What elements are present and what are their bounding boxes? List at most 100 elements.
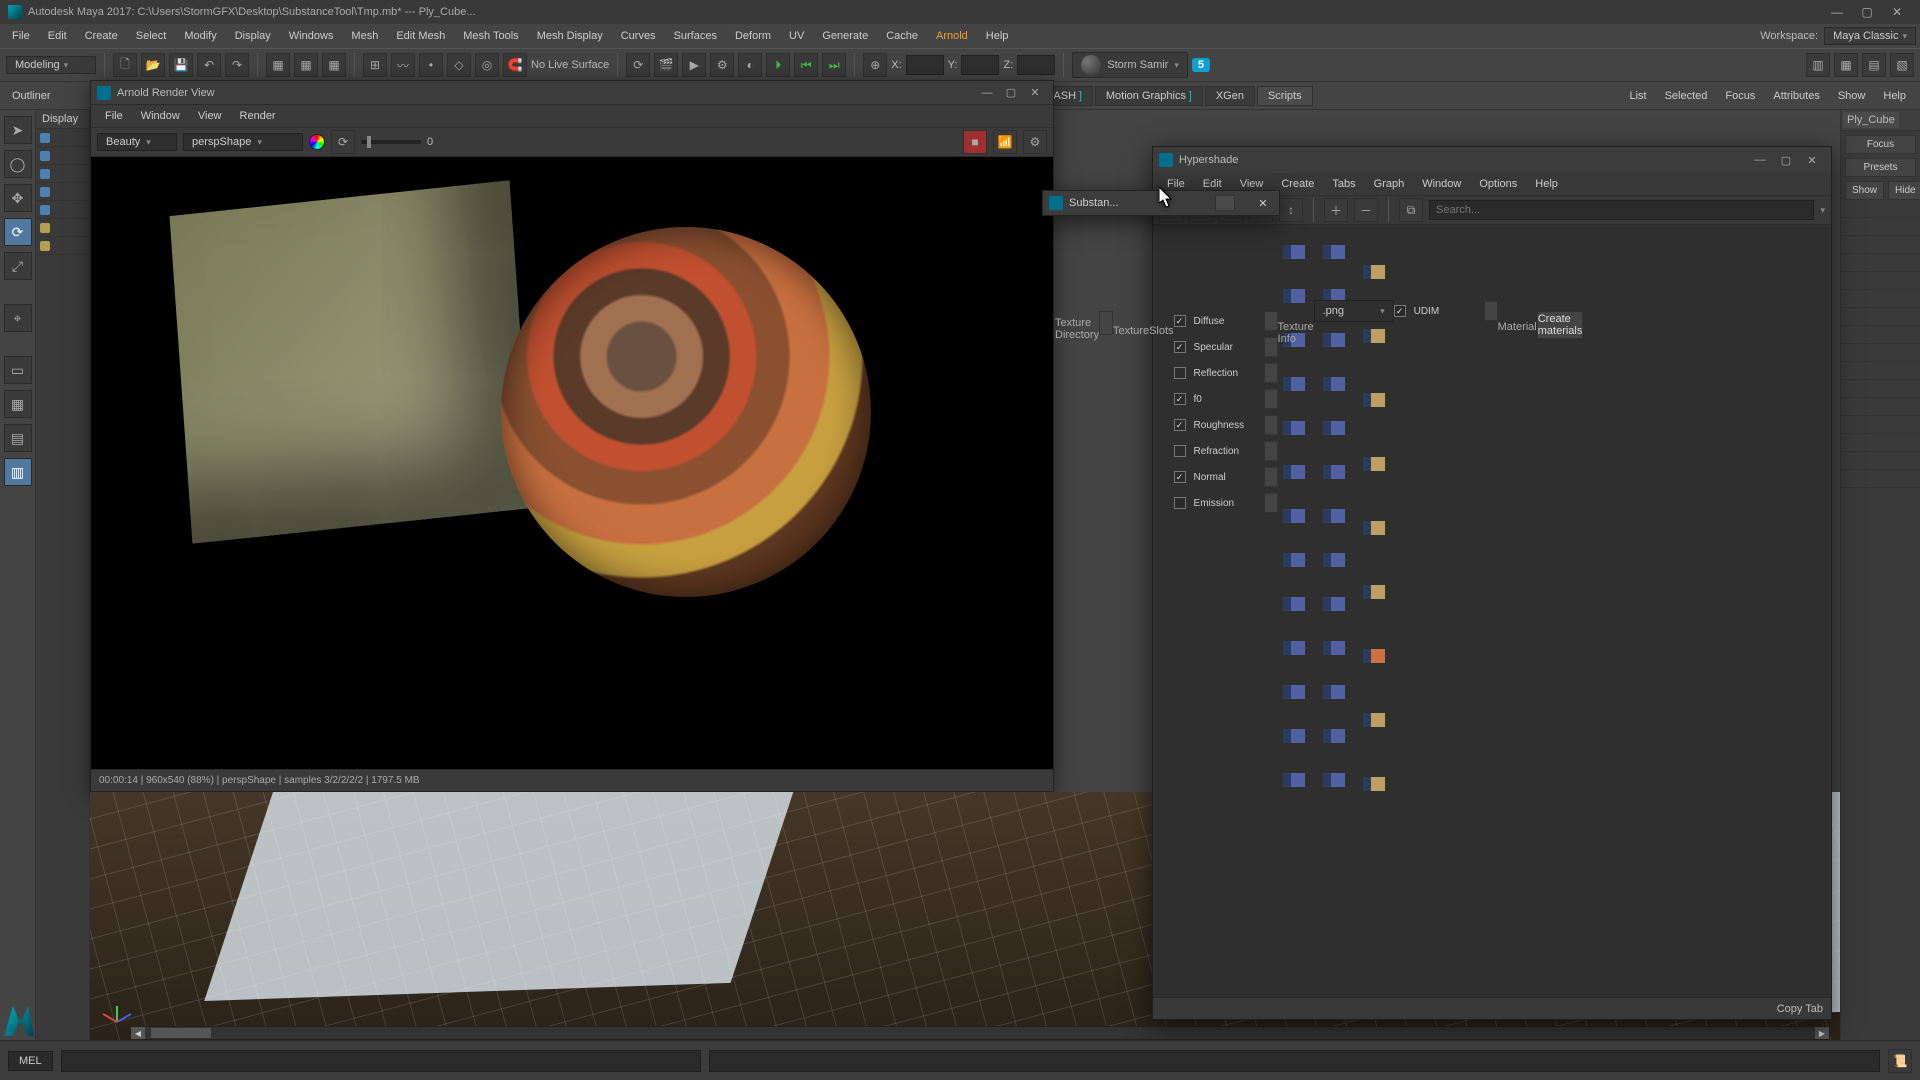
layout-single[interactable]: ▭ bbox=[4, 356, 32, 384]
redo-icon[interactable]: ↷ bbox=[225, 53, 249, 77]
substance-titlebar[interactable]: Substan... ✕ bbox=[1043, 191, 1279, 215]
lasso-tool[interactable]: ◯ bbox=[4, 150, 32, 178]
outliner-display-label[interactable]: Display bbox=[36, 110, 89, 129]
menu-modify[interactable]: Modify bbox=[176, 27, 224, 45]
menu-file[interactable]: File bbox=[4, 27, 38, 45]
show-connected-icon[interactable]: ⧉ bbox=[1399, 198, 1423, 222]
timeline-scroll[interactable]: ◀▶ bbox=[130, 1026, 1830, 1040]
snap-curve-icon[interactable]: 〰 bbox=[391, 53, 415, 77]
construction-history-icon[interactable]: ⟳ bbox=[626, 53, 650, 77]
script-editor-icon[interactable]: 📜 bbox=[1888, 1049, 1912, 1073]
command-input[interactable] bbox=[61, 1050, 701, 1072]
menu-mesh[interactable]: Mesh bbox=[343, 27, 386, 45]
script-language-dropdown[interactable]: MEL bbox=[8, 1051, 53, 1071]
account-pill[interactable]: Storm Samir bbox=[1072, 52, 1188, 78]
range-start-icon[interactable]: ⏮ bbox=[794, 53, 818, 77]
attr-tab-0[interactable]: Ply_Cube bbox=[1843, 112, 1899, 128]
slot-checkbox[interactable] bbox=[1174, 497, 1186, 509]
extension-dropdown[interactable]: .png bbox=[1314, 300, 1394, 322]
ipr-icon[interactable]: ▶ bbox=[682, 53, 706, 77]
playblast-icon[interactable]: ⏵ bbox=[766, 53, 790, 77]
select-mode2-icon[interactable]: ▦ bbox=[294, 53, 318, 77]
hypershade-close[interactable]: ✕ bbox=[1799, 154, 1825, 167]
udim-checkbox[interactable] bbox=[1394, 305, 1406, 317]
hs-menu-create[interactable]: Create bbox=[1273, 176, 1322, 192]
scale-tool[interactable]: ⤢ bbox=[4, 252, 32, 280]
arnold-menu-view[interactable]: View bbox=[190, 108, 230, 124]
new-scene-icon[interactable]: 🗋 bbox=[113, 53, 137, 77]
copy-tab-label[interactable]: Copy Tab bbox=[1777, 1003, 1823, 1015]
panel-layout1-icon[interactable]: ▥ bbox=[1806, 53, 1830, 77]
panel-layout4-icon[interactable]: ▧ bbox=[1890, 53, 1914, 77]
hypershade-icon[interactable]: ◐ bbox=[738, 53, 762, 77]
remove-selected-icon[interactable]: － bbox=[1354, 198, 1378, 222]
menu-arnold[interactable]: Arnold bbox=[928, 27, 976, 45]
shelf-tab-scripts[interactable]: Scripts bbox=[1257, 86, 1313, 106]
attr-menu-help[interactable]: Help bbox=[1875, 87, 1914, 105]
slot-value-input[interactable] bbox=[1264, 311, 1278, 331]
slot-checkbox[interactable] bbox=[1174, 471, 1186, 483]
hs-menu-options[interactable]: Options bbox=[1471, 176, 1525, 192]
slot-value-input[interactable] bbox=[1264, 441, 1278, 461]
range-end-icon[interactable]: ⏭ bbox=[822, 53, 846, 77]
snap-grid-icon[interactable]: ⊞ bbox=[363, 53, 387, 77]
xyz-toggle-icon[interactable]: ⊕ bbox=[863, 53, 887, 77]
render-image[interactable] bbox=[91, 157, 1053, 769]
attr-menu-selected[interactable]: Selected bbox=[1657, 87, 1716, 105]
select-tool[interactable]: ➤ bbox=[4, 116, 32, 144]
panel-layout2-icon[interactable]: ▦ bbox=[1834, 53, 1858, 77]
menu-mesh-display[interactable]: Mesh Display bbox=[529, 27, 611, 45]
last-tool[interactable]: ⌖ bbox=[4, 304, 32, 332]
notification-badge[interactable]: 5 bbox=[1192, 58, 1210, 72]
undo-icon[interactable]: ↶ bbox=[197, 53, 221, 77]
render-settings-gear-icon[interactable]: ⚙ bbox=[1023, 130, 1047, 154]
hypershade-minimize[interactable]: — bbox=[1747, 154, 1773, 166]
refresh-render-icon[interactable]: ⟳ bbox=[331, 130, 355, 154]
panel-layout3-icon[interactable]: ▤ bbox=[1862, 53, 1886, 77]
menu-windows[interactable]: Windows bbox=[281, 27, 342, 45]
hs-menu-tabs[interactable]: Tabs bbox=[1324, 176, 1363, 192]
menu-surfaces[interactable]: Surfaces bbox=[666, 27, 725, 45]
slot-checkbox[interactable] bbox=[1174, 315, 1186, 327]
add-selected-icon[interactable]: ＋ bbox=[1324, 198, 1348, 222]
hypershade-titlebar[interactable]: Hypershade — ▢ ✕ bbox=[1153, 147, 1831, 173]
slot-checkbox[interactable] bbox=[1174, 393, 1186, 405]
x-input[interactable] bbox=[906, 55, 944, 75]
menu-curves[interactable]: Curves bbox=[613, 27, 664, 45]
slot-checkbox[interactable] bbox=[1174, 445, 1186, 457]
snap-plane-icon[interactable]: ◇ bbox=[447, 53, 471, 77]
slot-value-input[interactable] bbox=[1264, 337, 1278, 357]
substance-tab-extra[interactable] bbox=[1215, 195, 1235, 211]
select-mode3-icon[interactable]: ▦ bbox=[322, 53, 346, 77]
hs-menu-window[interactable]: Window bbox=[1414, 176, 1469, 192]
menu-cache[interactable]: Cache bbox=[878, 27, 926, 45]
menu-uv[interactable]: UV bbox=[781, 27, 812, 45]
substance-close[interactable]: ✕ bbox=[1253, 197, 1273, 210]
hide-button[interactable]: Hide bbox=[1888, 181, 1920, 200]
live-surface-icon[interactable]: 🧲 bbox=[503, 53, 527, 77]
focus-button[interactable]: Focus bbox=[1845, 135, 1916, 154]
udim-file-input[interactable] bbox=[1484, 301, 1498, 321]
menu-edit[interactable]: Edit bbox=[40, 27, 75, 45]
move-tool[interactable]: ✥ bbox=[4, 184, 32, 212]
hypershade-search[interactable] bbox=[1429, 200, 1814, 220]
close-button[interactable]: ✕ bbox=[1882, 2, 1912, 22]
hs-menu-graph[interactable]: Graph bbox=[1366, 176, 1413, 192]
arnold-menu-file[interactable]: File bbox=[97, 108, 131, 124]
show-button[interactable]: Show bbox=[1845, 181, 1884, 200]
arnold-menu-window[interactable]: Window bbox=[133, 108, 188, 124]
minimize-button[interactable]: — bbox=[1822, 2, 1852, 22]
rotate-tool[interactable]: ⟳ bbox=[4, 218, 32, 246]
attr-menu-focus[interactable]: Focus bbox=[1717, 87, 1763, 105]
search-dropdown-icon[interactable] bbox=[1820, 204, 1825, 216]
menu-generate[interactable]: Generate bbox=[814, 27, 876, 45]
presets-button[interactable]: Presets bbox=[1845, 158, 1916, 177]
shelf-tab-motion-graphics[interactable]: Motion Graphics ] bbox=[1095, 86, 1203, 106]
slot-value-input[interactable] bbox=[1264, 415, 1278, 435]
render-camera-dropdown[interactable]: perspShape bbox=[183, 133, 303, 151]
slot-value-input[interactable] bbox=[1264, 363, 1278, 383]
open-scene-icon[interactable]: 📂 bbox=[141, 53, 165, 77]
exposure-slider[interactable] bbox=[361, 140, 421, 144]
menu-edit-mesh[interactable]: Edit Mesh bbox=[388, 27, 453, 45]
slot-checkbox[interactable] bbox=[1174, 341, 1186, 353]
